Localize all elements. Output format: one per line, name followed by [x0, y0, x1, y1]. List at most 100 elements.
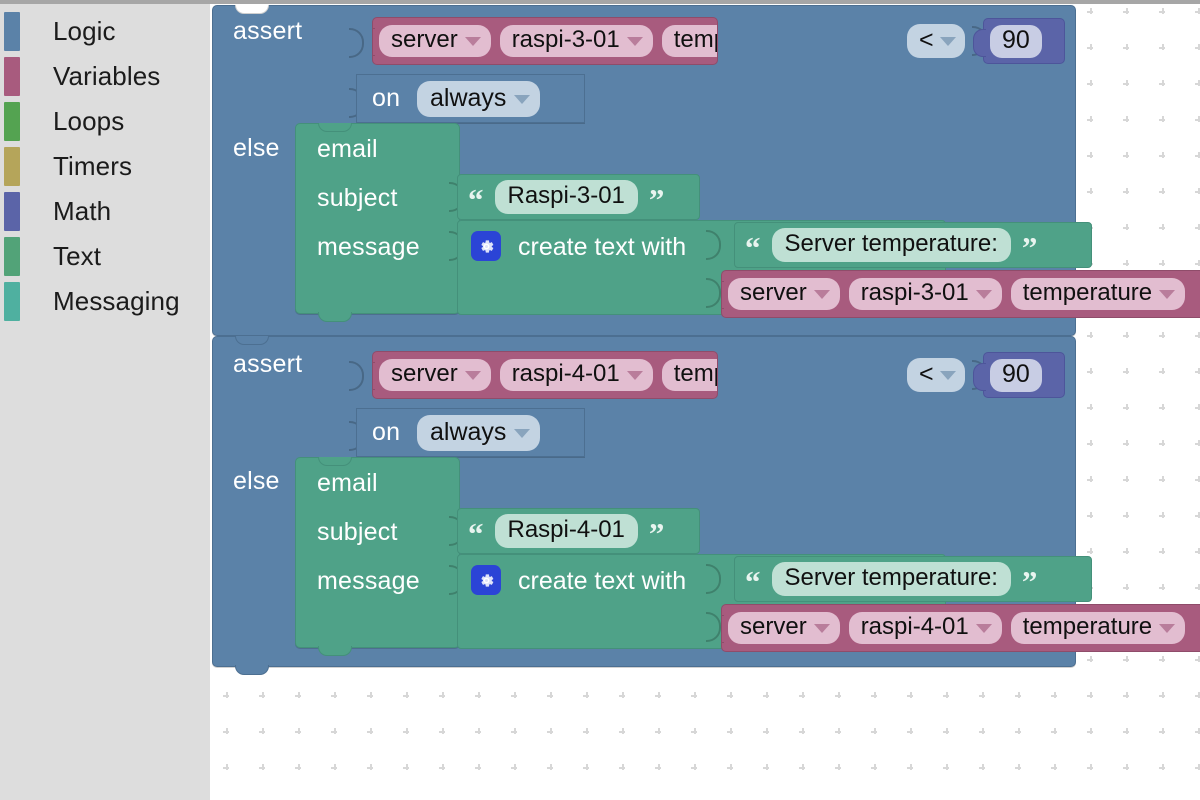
- variable-scope-label: server: [391, 25, 458, 53]
- text-part-socket-1[interactable]: [706, 564, 721, 594]
- text-value-field[interactable]: Server temperature:: [771, 562, 1011, 596]
- comparison-operator-dropdown[interactable]: <: [907, 358, 965, 392]
- toolbox-category-label: Logic: [53, 16, 116, 46]
- block-top-notch: [235, 5, 269, 14]
- text-part-socket-2[interactable]: [706, 612, 721, 642]
- gear-icon[interactable]: [471, 231, 501, 261]
- variable-getter-block[interactable]: server raspi-3-01 temperature: [372, 17, 718, 65]
- assert-keyword: assert: [233, 17, 303, 45]
- block-bottom-tab: [235, 665, 269, 675]
- chevron-down-icon: [514, 428, 531, 438]
- else-keyword: else: [233, 467, 280, 495]
- chevron-down-icon: [813, 289, 830, 299]
- variable-device-dropdown[interactable]: raspi-3-01: [848, 277, 1002, 311]
- trigger-row-block[interactable]: on always: [356, 408, 585, 457]
- number-value-field[interactable]: 90: [990, 358, 1042, 392]
- text-block-subject[interactable]: “ Raspi-4-01 ”: [457, 508, 700, 554]
- open-quote-icon: “: [468, 182, 484, 218]
- message-label: message: [317, 567, 420, 595]
- block-top-notch: [235, 336, 269, 345]
- variable-getter-block[interactable]: server raspi-4-01 temperature: [721, 604, 1200, 652]
- trigger-label: always: [430, 83, 507, 112]
- text-value-field[interactable]: Server temperature:: [771, 228, 1011, 262]
- chevron-down-icon: [939, 370, 956, 380]
- variable-device-dropdown[interactable]: raspi-3-01: [499, 24, 653, 58]
- on-keyword: on: [372, 84, 401, 112]
- trigger-dropdown[interactable]: always: [417, 81, 541, 117]
- close-quote-icon: ”: [648, 182, 665, 218]
- text-value-field[interactable]: Raspi-3-01: [494, 180, 638, 214]
- email-label: email: [317, 469, 378, 497]
- comparison-operator-label: <: [919, 25, 934, 54]
- toolbox-category-label: Messaging: [53, 286, 180, 316]
- comparison-operator-dropdown[interactable]: <: [907, 24, 965, 58]
- close-quote-icon: ”: [648, 516, 665, 552]
- variable-device-dropdown[interactable]: raspi-4-01: [499, 358, 653, 392]
- category-swatch-messaging: [4, 282, 20, 321]
- email-block[interactable]: email subject message: [295, 123, 464, 322]
- toolbox-category-messaging[interactable]: Messaging: [0, 279, 210, 324]
- number-block[interactable]: 90: [973, 18, 1065, 64]
- variable-property-dropdown[interactable]: temperature: [661, 358, 717, 392]
- trigger-dropdown[interactable]: always: [417, 415, 541, 451]
- toolbox-category-variables[interactable]: Variables: [0, 54, 210, 99]
- chevron-down-icon: [464, 370, 481, 380]
- text-block-subject[interactable]: “ Raspi-3-01 ”: [457, 174, 700, 220]
- create-text-with-label: create text with: [518, 233, 687, 261]
- subject-label: subject: [317, 184, 398, 212]
- toolbox-category-math[interactable]: Math: [0, 189, 210, 234]
- variable-scope-dropdown[interactable]: server: [379, 358, 491, 392]
- toolbox-category-label: Timers: [53, 151, 133, 181]
- variable-scope-dropdown[interactable]: server: [379, 24, 491, 58]
- else-keyword: else: [233, 134, 280, 162]
- text-block-part[interactable]: “ Server temperature: ”: [734, 222, 1092, 268]
- toolbox-category-logic[interactable]: Logic: [0, 9, 210, 54]
- close-quote-icon: ”: [1021, 230, 1038, 266]
- trigger-row-block[interactable]: on always: [356, 74, 585, 123]
- blockly-workspace[interactable]: assert else server raspi-3-01 temperatur…: [210, 4, 1200, 800]
- on-keyword: on: [372, 418, 401, 446]
- text-value-field[interactable]: Raspi-4-01: [494, 514, 638, 548]
- toolbox-category-loops[interactable]: Loops: [0, 99, 210, 144]
- number-value-field[interactable]: 90: [990, 24, 1042, 58]
- trigger-label: always: [430, 417, 507, 446]
- variable-property-label: temperature: [673, 25, 717, 53]
- number-block[interactable]: 90: [973, 352, 1065, 398]
- condition-socket[interactable]: [349, 28, 364, 58]
- text-part-socket-2[interactable]: [706, 278, 721, 308]
- toolbox-category-timers[interactable]: Timers: [0, 144, 210, 189]
- variable-device-label: raspi-3-01: [511, 25, 620, 53]
- chevron-down-icon: [975, 623, 992, 633]
- variable-property-dropdown[interactable]: temperature: [1010, 611, 1186, 645]
- text-part-socket-1[interactable]: [706, 230, 721, 260]
- comparison-operator-label: <: [919, 359, 934, 388]
- variable-device-dropdown[interactable]: raspi-4-01: [848, 611, 1002, 645]
- variable-scope-dropdown[interactable]: server: [728, 611, 840, 645]
- close-quote-icon: ”: [1021, 564, 1038, 600]
- variable-getter-block[interactable]: server raspi-3-01 temperature: [721, 270, 1200, 318]
- open-quote-icon: “: [468, 516, 484, 552]
- condition-socket[interactable]: [349, 361, 364, 391]
- variable-getter-block[interactable]: server raspi-4-01 temperature: [372, 351, 718, 399]
- text-block-part[interactable]: “ Server temperature: ”: [734, 556, 1092, 602]
- variable-property-dropdown[interactable]: temperature: [661, 24, 717, 58]
- open-quote-icon: “: [745, 230, 761, 266]
- chevron-down-icon: [1159, 623, 1176, 633]
- toolbox-sidebar[interactable]: Logic Variables Loops Timers Math Text M…: [0, 4, 210, 800]
- value-plug: [973, 363, 986, 391]
- toolbox-category-text[interactable]: Text: [0, 234, 210, 279]
- block-top-notch: [318, 457, 352, 466]
- toolbox-category-label: Variables: [53, 61, 161, 91]
- block-bottom-tab: [318, 646, 352, 656]
- category-swatch-variables: [4, 57, 20, 96]
- gear-icon[interactable]: [471, 565, 501, 595]
- block-bottom-tab: [318, 312, 352, 322]
- variable-property-dropdown[interactable]: temperature: [1010, 277, 1186, 311]
- assert-keyword: assert: [233, 350, 303, 378]
- email-block[interactable]: email subject message: [295, 457, 464, 656]
- category-swatch-timers: [4, 147, 20, 186]
- variable-scope-dropdown[interactable]: server: [728, 277, 840, 311]
- block-top-notch: [318, 123, 352, 132]
- variable-property-label: temperature: [1022, 278, 1153, 306]
- variable-scope-label: server: [740, 278, 807, 306]
